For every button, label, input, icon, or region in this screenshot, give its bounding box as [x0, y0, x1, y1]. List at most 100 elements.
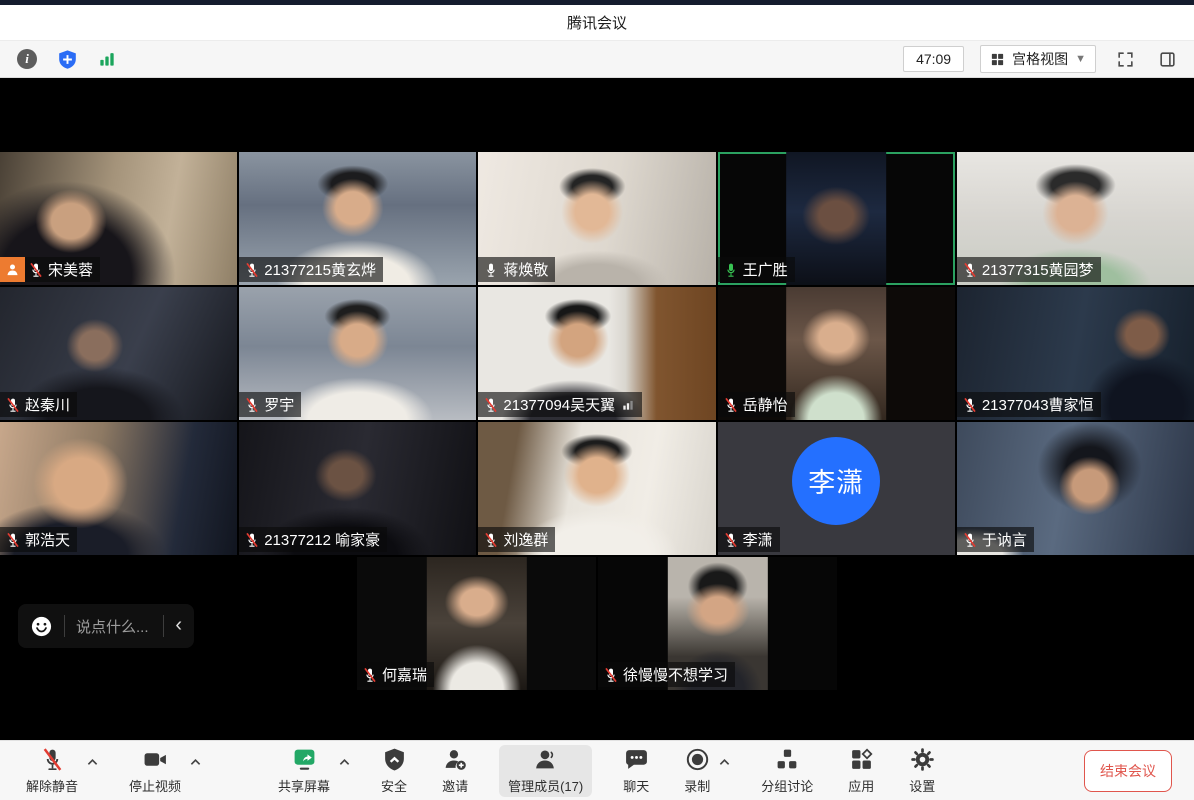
unmute-button[interactable]: 解除静音	[22, 745, 82, 797]
mic-status-icon	[962, 532, 978, 548]
button-label: 安全	[381, 776, 407, 795]
participant-tile[interactable]: 21377094吴天翼	[478, 287, 715, 420]
participant-label: 罗宇	[239, 392, 301, 417]
mic-status-icon	[723, 532, 739, 548]
mic-status-icon	[603, 667, 619, 683]
mic-status-icon	[723, 397, 739, 413]
participant-label: 21377215黄玄烨	[239, 257, 383, 282]
button-label: 分组讨论	[761, 776, 813, 795]
mic-status-icon	[5, 532, 21, 548]
stop-video-button[interactable]: 停止视频	[125, 745, 185, 797]
participant-name: 于讷言	[982, 529, 1027, 550]
shield-plus-icon[interactable]	[54, 46, 80, 72]
apps-icon	[849, 747, 874, 773]
participant-name: 蒋焕敬	[503, 259, 548, 280]
participant-name: 宋美蓉	[48, 259, 93, 280]
top-toolbar-right: 47:09 宫格视图 ▼	[903, 45, 1180, 73]
participant-tile[interactable]: 于讷言	[957, 422, 1194, 555]
record-icon	[685, 747, 710, 773]
host-badge-icon	[0, 257, 25, 282]
participant-tile[interactable]: 罗宇	[239, 287, 476, 420]
participant-name: 李潇	[743, 529, 773, 550]
video-row-1: 宋美蓉 21377215黄玄烨	[0, 152, 1194, 285]
video-options-chevron-icon[interactable]	[190, 753, 201, 771]
participant-name: 徐慢慢不想学习	[623, 664, 728, 685]
participant-tile[interactable]: 蒋焕敬	[478, 152, 715, 285]
members-icon	[533, 747, 558, 773]
mic-status-icon	[244, 262, 260, 278]
participant-tile[interactable]: 21377212 喻家豪	[239, 422, 476, 555]
chat-button[interactable]: 聊天	[619, 745, 653, 797]
collapse-left-icon[interactable]: ‹	[175, 615, 182, 638]
participant-label: 岳静怡	[718, 392, 795, 417]
button-label: 停止视频	[129, 776, 181, 795]
participant-tile[interactable]: 刘逸群	[478, 422, 715, 555]
share-options-chevron-icon[interactable]	[339, 753, 350, 771]
emoji-smiley-icon[interactable]	[30, 615, 53, 638]
settings-button[interactable]: 设置	[905, 745, 939, 797]
security-button[interactable]: 安全	[377, 745, 411, 797]
participant-label: 宋美蓉	[0, 257, 100, 282]
participant-label: 李潇	[718, 527, 780, 552]
invite-person-icon	[443, 747, 468, 773]
participant-tile[interactable]: 21377315黄园梦	[957, 152, 1194, 285]
chat-bubble-icon	[624, 747, 649, 773]
title-bar: 腾讯会议	[0, 5, 1194, 41]
invite-button[interactable]: 邀请	[438, 745, 472, 797]
video-strip	[426, 557, 526, 690]
participant-name: 21377212 喻家豪	[264, 529, 380, 550]
end-meeting-button[interactable]: 结束会议	[1084, 750, 1172, 792]
fullscreen-icon[interactable]	[1112, 46, 1138, 72]
mic-options-chevron-icon[interactable]	[87, 753, 98, 771]
participant-label: 蒋焕敬	[478, 257, 555, 282]
mic-status-icon	[244, 532, 260, 548]
participant-tile[interactable]: 李潇 李潇	[718, 422, 955, 555]
participant-tile[interactable]: 徐慢慢不想学习	[598, 557, 837, 690]
mic-status-icon	[483, 532, 499, 548]
participant-label: 王广胜	[718, 257, 795, 282]
video-row-2: 赵秦川 罗宇	[0, 287, 1194, 420]
participant-tile[interactable]: 21377215黄玄烨	[239, 152, 476, 285]
participant-tile[interactable]: 岳静怡	[718, 287, 955, 420]
side-panel-icon[interactable]	[1154, 46, 1180, 72]
participant-tile[interactable]: 宋美蓉	[0, 152, 237, 285]
signal-strength-icon[interactable]	[94, 46, 120, 72]
participant-name: 王广胜	[743, 259, 788, 280]
security-shield-icon	[382, 747, 407, 773]
mic-status-icon	[5, 397, 21, 413]
meeting-window: 腾讯会议 i 47:09 宫格视图 ▼	[0, 0, 1194, 800]
participant-tile[interactable]: 王广胜	[718, 152, 955, 285]
divider	[64, 615, 65, 637]
participant-label: 何嘉瑞	[357, 662, 434, 687]
video-row-3: 郭浩天 21377212 喻家豪	[0, 422, 1194, 555]
participant-name: 刘逸群	[503, 529, 548, 550]
grid-view-icon	[990, 52, 1005, 67]
participant-name: 郭浩天	[25, 529, 70, 550]
participant-tile[interactable]: 何嘉瑞	[357, 557, 596, 690]
mic-status-icon	[483, 262, 499, 278]
chat-input-placeholder[interactable]: 说点什么...	[76, 616, 152, 637]
participant-name: 21377215黄玄烨	[264, 259, 376, 280]
button-label: 应用	[848, 776, 874, 795]
record-options-chevron-icon[interactable]	[719, 753, 730, 771]
participant-label: 徐慢慢不想学习	[598, 662, 735, 687]
mic-status-icon	[962, 262, 978, 278]
participant-tile[interactable]: 郭浩天	[0, 422, 237, 555]
share-screen-button[interactable]: 共享屏幕	[274, 745, 334, 797]
record-button[interactable]: 录制	[680, 745, 714, 797]
button-label: 设置	[909, 776, 935, 795]
participant-label: 郭浩天	[0, 527, 77, 552]
avatar: 李潇	[792, 437, 880, 525]
participant-tile[interactable]: 赵秦川	[0, 287, 237, 420]
meeting-info-icon[interactable]: i	[14, 46, 40, 72]
view-selector[interactable]: 宫格视图 ▼	[980, 45, 1096, 73]
manage-members-button[interactable]: 管理成员(17)	[499, 745, 592, 797]
participant-name: 岳静怡	[743, 394, 788, 415]
participant-label: 于讷言	[957, 527, 1034, 552]
participant-name: 21377315黄园梦	[982, 259, 1094, 280]
view-selector-label: 宫格视图	[1012, 49, 1068, 69]
apps-button[interactable]: 应用	[844, 745, 878, 797]
participant-tile[interactable]: 21377043曹家恒	[957, 287, 1194, 420]
divider	[163, 615, 164, 637]
breakout-rooms-button[interactable]: 分组讨论	[757, 745, 817, 797]
